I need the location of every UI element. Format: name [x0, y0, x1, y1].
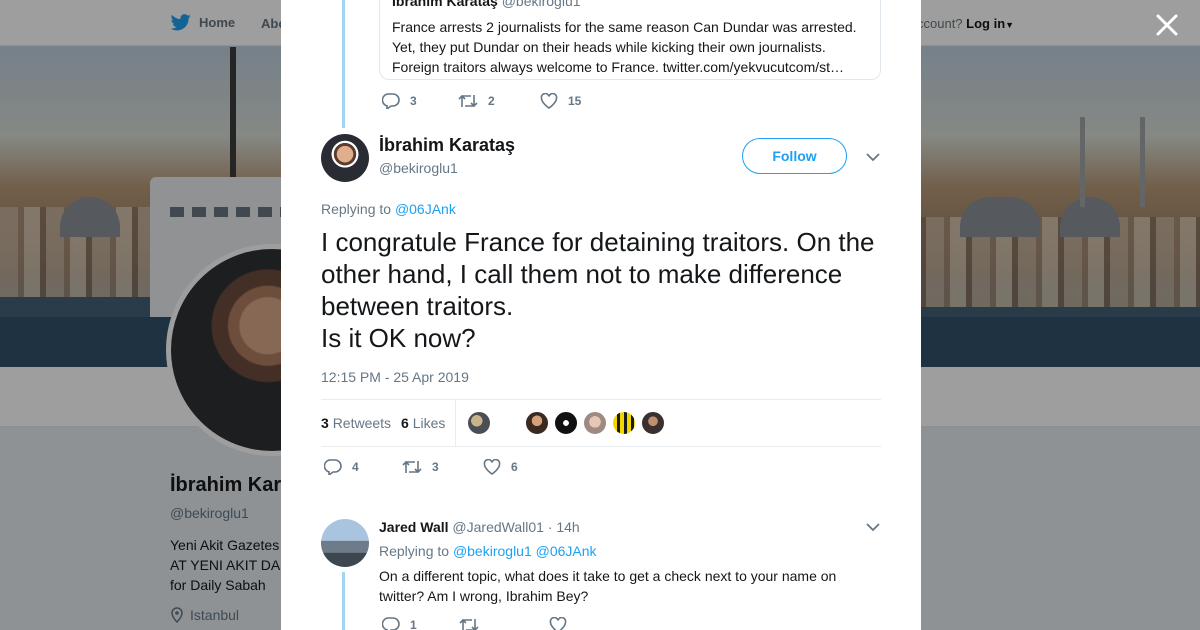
- chevron-down-icon[interactable]: [866, 522, 880, 532]
- tweet-permalink-modal: İbrahim Karataş @bekiroglu1 France arres…: [281, 0, 921, 630]
- replying-to-link[interactable]: @06JAnk: [536, 543, 597, 559]
- quoted-tweet-text: France arrests 2 journalists for the sam…: [392, 19, 857, 75]
- reply-tweet-author[interactable]: Jared Wall: [379, 519, 449, 535]
- liker-avatar[interactable]: [641, 411, 665, 435]
- reply-tweet-handle[interactable]: @JaredWall01: [452, 519, 544, 535]
- reply-tweet-time[interactable]: · 14h: [548, 519, 580, 535]
- likes-stat-label: Likes: [412, 415, 446, 431]
- retweet-count: 3: [432, 460, 439, 474]
- likes-stat-count: 6: [401, 415, 409, 431]
- heart-icon: [549, 617, 567, 630]
- replying-to-prefix: Replying to: [321, 201, 392, 217]
- like-count: 15: [568, 94, 582, 108]
- quoted-tweet-author: İbrahim Karataş: [392, 0, 498, 9]
- liker-avatar[interactable]: [467, 411, 491, 435]
- thread-connector: [342, 0, 345, 128]
- like-button[interactable]: 6: [483, 459, 518, 475]
- liker-avatar[interactable]: [612, 411, 636, 435]
- like-button[interactable]: 15: [540, 93, 581, 109]
- reply-icon: [382, 617, 400, 630]
- retweet-button[interactable]: 2: [458, 93, 540, 109]
- tweet-stats: 3 Retweets 6 Likes: [321, 399, 881, 447]
- reply-button[interactable]: 1: [382, 617, 459, 630]
- main-tweet-actions: 4 3 6: [324, 459, 518, 475]
- reply-button[interactable]: 4: [324, 459, 402, 475]
- main-tweet-text: I congratule France for detaining traito…: [321, 227, 875, 353]
- tweet-timestamp[interactable]: 12:15 PM - 25 Apr 2019: [321, 369, 469, 385]
- like-button[interactable]: [549, 617, 567, 630]
- reply-tweet-meta: Jared Wall @JaredWall01 · 14h: [379, 519, 580, 535]
- stats-divider: [455, 400, 456, 446]
- thread-connector: [342, 572, 345, 630]
- replying-to-link[interactable]: @06JAnk: [395, 201, 456, 217]
- avatar[interactable]: [321, 519, 369, 567]
- main-tweet-handle[interactable]: @bekiroglu1: [379, 160, 458, 176]
- main-tweet-author[interactable]: İbrahim Karataş: [379, 135, 515, 156]
- retweet-icon: [402, 460, 422, 474]
- heart-icon: [483, 459, 501, 475]
- likes-stat[interactable]: 6 Likes: [401, 415, 445, 431]
- retweet-button[interactable]: [459, 617, 549, 630]
- liker-avatar[interactable]: [554, 411, 578, 435]
- retweets-stat-count: 3: [321, 415, 329, 431]
- quoted-tweet-header: İbrahim Karataş @bekiroglu1: [392, 0, 868, 11]
- retweet-icon: [458, 94, 478, 108]
- reply-count: 3: [410, 94, 417, 108]
- replying-to: Replying to @06JAnk: [321, 201, 456, 217]
- close-icon[interactable]: [1154, 12, 1180, 38]
- retweets-stat-label: Retweets: [332, 415, 392, 431]
- reply-button[interactable]: 3: [382, 93, 458, 109]
- reply-icon: [324, 459, 342, 475]
- avatar[interactable]: [321, 134, 369, 182]
- stats-counts: 3 Retweets 6 Likes: [321, 415, 445, 431]
- heart-icon: [540, 93, 558, 109]
- reply-replying-prefix: Replying to: [379, 543, 450, 559]
- reply-count: 1: [410, 618, 417, 630]
- main-tweet-header: İbrahim Karataş @bekiroglu1 Follow: [321, 134, 881, 184]
- quoted-tweet-handle: @bekiroglu1: [501, 0, 581, 9]
- liker-avatar[interactable]: [525, 411, 549, 435]
- retweets-stat[interactable]: 3 Retweets: [321, 415, 391, 431]
- like-count: 6: [511, 460, 518, 474]
- liker-avatar[interactable]: [583, 411, 607, 435]
- quoted-tweet-actions: 3 2 15: [382, 93, 581, 109]
- chevron-down-icon[interactable]: [866, 152, 880, 162]
- reply-tweet-text: On a different topic, what does it take …: [379, 568, 837, 604]
- retweet-button[interactable]: 3: [402, 459, 483, 475]
- retweet-count: 2: [488, 94, 495, 108]
- replying-to-link[interactable]: @bekiroglu1: [453, 543, 532, 559]
- quoted-tweet[interactable]: İbrahim Karataş @bekiroglu1 France arres…: [379, 0, 881, 80]
- retweet-icon: [459, 618, 479, 630]
- reply-tweet-actions: 1: [382, 617, 567, 630]
- reply-replying-to: Replying to @bekiroglu1 @06JAnk: [379, 543, 597, 559]
- reply-count: 4: [352, 460, 359, 474]
- reply-icon: [382, 93, 400, 109]
- follow-button[interactable]: Follow: [742, 138, 847, 174]
